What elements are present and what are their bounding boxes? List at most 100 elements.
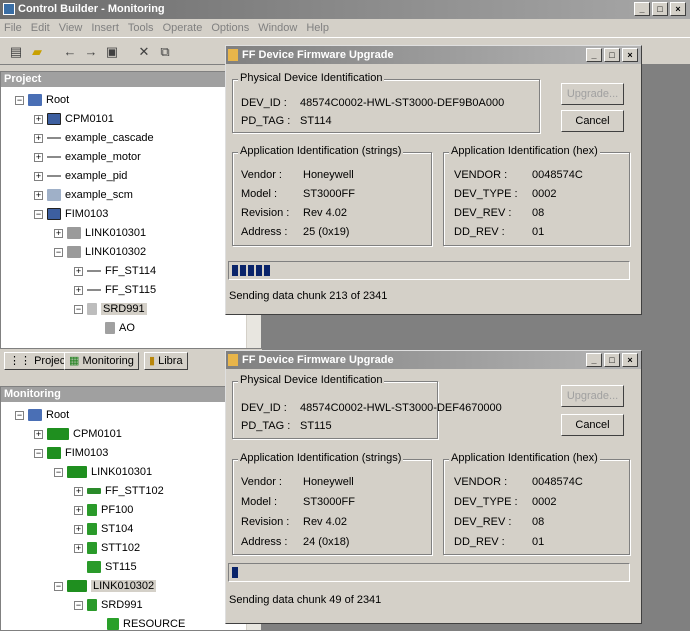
expand-icon[interactable]: + [74, 524, 83, 534]
close-button[interactable]: × [670, 2, 686, 16]
menu-file[interactable]: File [4, 19, 22, 37]
minimize-button[interactable]: _ [634, 2, 650, 16]
tree-node-example-scm[interactable]: + example_scm [34, 187, 133, 203]
menu-view[interactable]: View [59, 19, 83, 37]
menu-window[interactable]: Window [258, 19, 297, 37]
expand-icon[interactable]: + [74, 486, 83, 496]
tree-node-label: FIM0103 [65, 447, 109, 459]
folder-icon[interactable]: ▰ [27, 42, 47, 61]
library-tab-icon: ▮ [149, 355, 159, 367]
tree-node-label: STT102 [101, 542, 141, 554]
upgrade-button[interactable]: Upgrade... [561, 83, 624, 105]
model-label: Model : [241, 188, 278, 200]
tab-monitoring[interactable]: ▦ Monitoring [64, 352, 139, 370]
forward-arrow-icon[interactable]: → [81, 42, 101, 61]
tree-node-label: FF_STT102 [105, 485, 164, 497]
tree-node-root[interactable]: − Root [15, 92, 69, 108]
expand-icon[interactable]: + [34, 429, 43, 439]
app-id-hex-group: Application Identification (hex) VENDOR … [443, 452, 630, 555]
expand-icon[interactable]: + [34, 133, 43, 143]
expand-icon[interactable]: + [34, 190, 43, 200]
mon-node-root[interactable]: − Root [15, 407, 69, 423]
expand-icon[interactable]: + [34, 171, 43, 181]
dialog-titlebar[interactable]: FF Device Firmware Upgrade _ □ × [226, 351, 641, 369]
tree-node-example-pid[interactable]: + example_pid [34, 168, 127, 184]
menu-operate[interactable]: Operate [163, 19, 203, 37]
menu-insert[interactable]: Insert [91, 19, 119, 37]
copy-icon[interactable]: ⧉ [155, 42, 175, 61]
tree-node-ao[interactable]: AO [105, 320, 135, 336]
mon-node-fim0103[interactable]: − FIM0103 [34, 445, 108, 461]
dev-rev-label: DEV_REV : [454, 516, 512, 528]
tree-node-example-cascade[interactable]: + example_cascade [34, 130, 154, 146]
expand-icon[interactable]: + [34, 152, 43, 162]
tree-node-label: RESOURCE [123, 618, 186, 630]
mon-node-ff-stt102[interactable]: + FF_STT102 [74, 483, 164, 499]
tree-node-cpm0101[interactable]: + CPM0101 [34, 111, 114, 127]
tree-node-example-motor[interactable]: + example_motor [34, 149, 141, 165]
minimize-button[interactable]: _ [586, 353, 602, 367]
collapse-icon[interactable]: − [74, 304, 83, 314]
mon-node-link010301[interactable]: − LINK010301 [54, 464, 152, 480]
collapse-icon[interactable]: − [34, 448, 43, 458]
menu-bar: File Edit View Insert Tools Operate Opti… [0, 19, 690, 37]
tree-node-fim0103[interactable]: − FIM0103 [34, 206, 108, 222]
cancel-button[interactable]: Cancel [561, 414, 624, 436]
open-icon[interactable]: ▤ [6, 42, 26, 61]
progress-chunk [256, 265, 262, 276]
mon-node-stt102[interactable]: + STT102 [74, 540, 140, 556]
tree-node-label: CPM0101 [65, 113, 114, 125]
maximize-button[interactable]: □ [604, 48, 620, 62]
close-button[interactable]: × [622, 48, 638, 62]
save-icon[interactable]: ▣ [102, 42, 122, 61]
maximize-button[interactable]: □ [652, 2, 668, 16]
mon-node-srd991[interactable]: − SRD991 [74, 597, 143, 613]
dialog-titlebar[interactable]: FF Device Firmware Upgrade _ □ × [226, 46, 641, 64]
address-label: Address : [241, 226, 288, 238]
expand-icon[interactable]: + [74, 505, 83, 515]
menu-help[interactable]: Help [306, 19, 329, 37]
expand-icon[interactable]: + [54, 228, 63, 238]
tree-node-srd991[interactable]: − SRD991 [74, 301, 147, 317]
app-titlebar[interactable]: Control Builder - Monitoring _ □ × [0, 0, 690, 19]
collapse-icon[interactable]: − [54, 581, 63, 591]
collapse-icon[interactable]: − [15, 95, 24, 105]
mon-node-st104[interactable]: + ST104 [74, 521, 133, 537]
collapse-icon[interactable]: − [54, 247, 63, 257]
tree-node-label: LINK010301 [85, 227, 147, 239]
mon-node-st115[interactable]: ST115 [87, 559, 137, 575]
tree-node-ff-st115[interactable]: + FF_ST115 [74, 282, 156, 298]
delete-icon[interactable]: ✕ [134, 42, 154, 61]
dev-id-label: DEV_ID : [241, 402, 287, 414]
back-arrow-icon[interactable]: ← [60, 42, 80, 61]
expand-icon[interactable]: + [74, 285, 83, 295]
tree-node-ff-st114[interactable]: + FF_ST114 [74, 263, 156, 279]
mon-node-resource[interactable]: RESOURCE [107, 616, 185, 630]
tree-node-link010301[interactable]: + LINK010301 [54, 225, 146, 241]
mon-node-pf100[interactable]: + PF100 [74, 502, 133, 518]
dialog-title: FF Device Firmware Upgrade [242, 354, 394, 366]
expand-icon[interactable]: + [34, 114, 43, 124]
mon-node-cpm0101[interactable]: + CPM0101 [34, 426, 122, 442]
menu-options[interactable]: Options [211, 19, 249, 37]
tree-node-link010302[interactable]: − LINK010302 [54, 244, 146, 260]
menu-edit[interactable]: Edit [31, 19, 50, 37]
menu-tools[interactable]: Tools [128, 19, 154, 37]
collapse-icon[interactable]: − [54, 467, 63, 477]
tab-project[interactable]: ⋮⋮ Project [4, 352, 74, 370]
upgrade-button[interactable]: Upgrade... [561, 385, 624, 407]
expand-icon[interactable]: + [74, 543, 83, 553]
tab-library[interactable]: ▮ Libra [144, 352, 188, 370]
expand-icon[interactable]: + [74, 266, 83, 276]
collapse-icon[interactable]: − [74, 600, 83, 610]
revision-value: Rev 4.02 [303, 516, 348, 528]
minimize-button[interactable]: _ [586, 48, 602, 62]
close-button[interactable]: × [622, 353, 638, 367]
maximize-button[interactable]: □ [604, 353, 620, 367]
revision-label: Revision : [241, 516, 290, 528]
tree-node-label: PF100 [101, 504, 134, 516]
cancel-button[interactable]: Cancel [561, 110, 624, 132]
mon-node-link010302[interactable]: − LINK010302 [54, 578, 157, 594]
collapse-icon[interactable]: − [15, 410, 24, 420]
collapse-icon[interactable]: − [34, 209, 43, 219]
